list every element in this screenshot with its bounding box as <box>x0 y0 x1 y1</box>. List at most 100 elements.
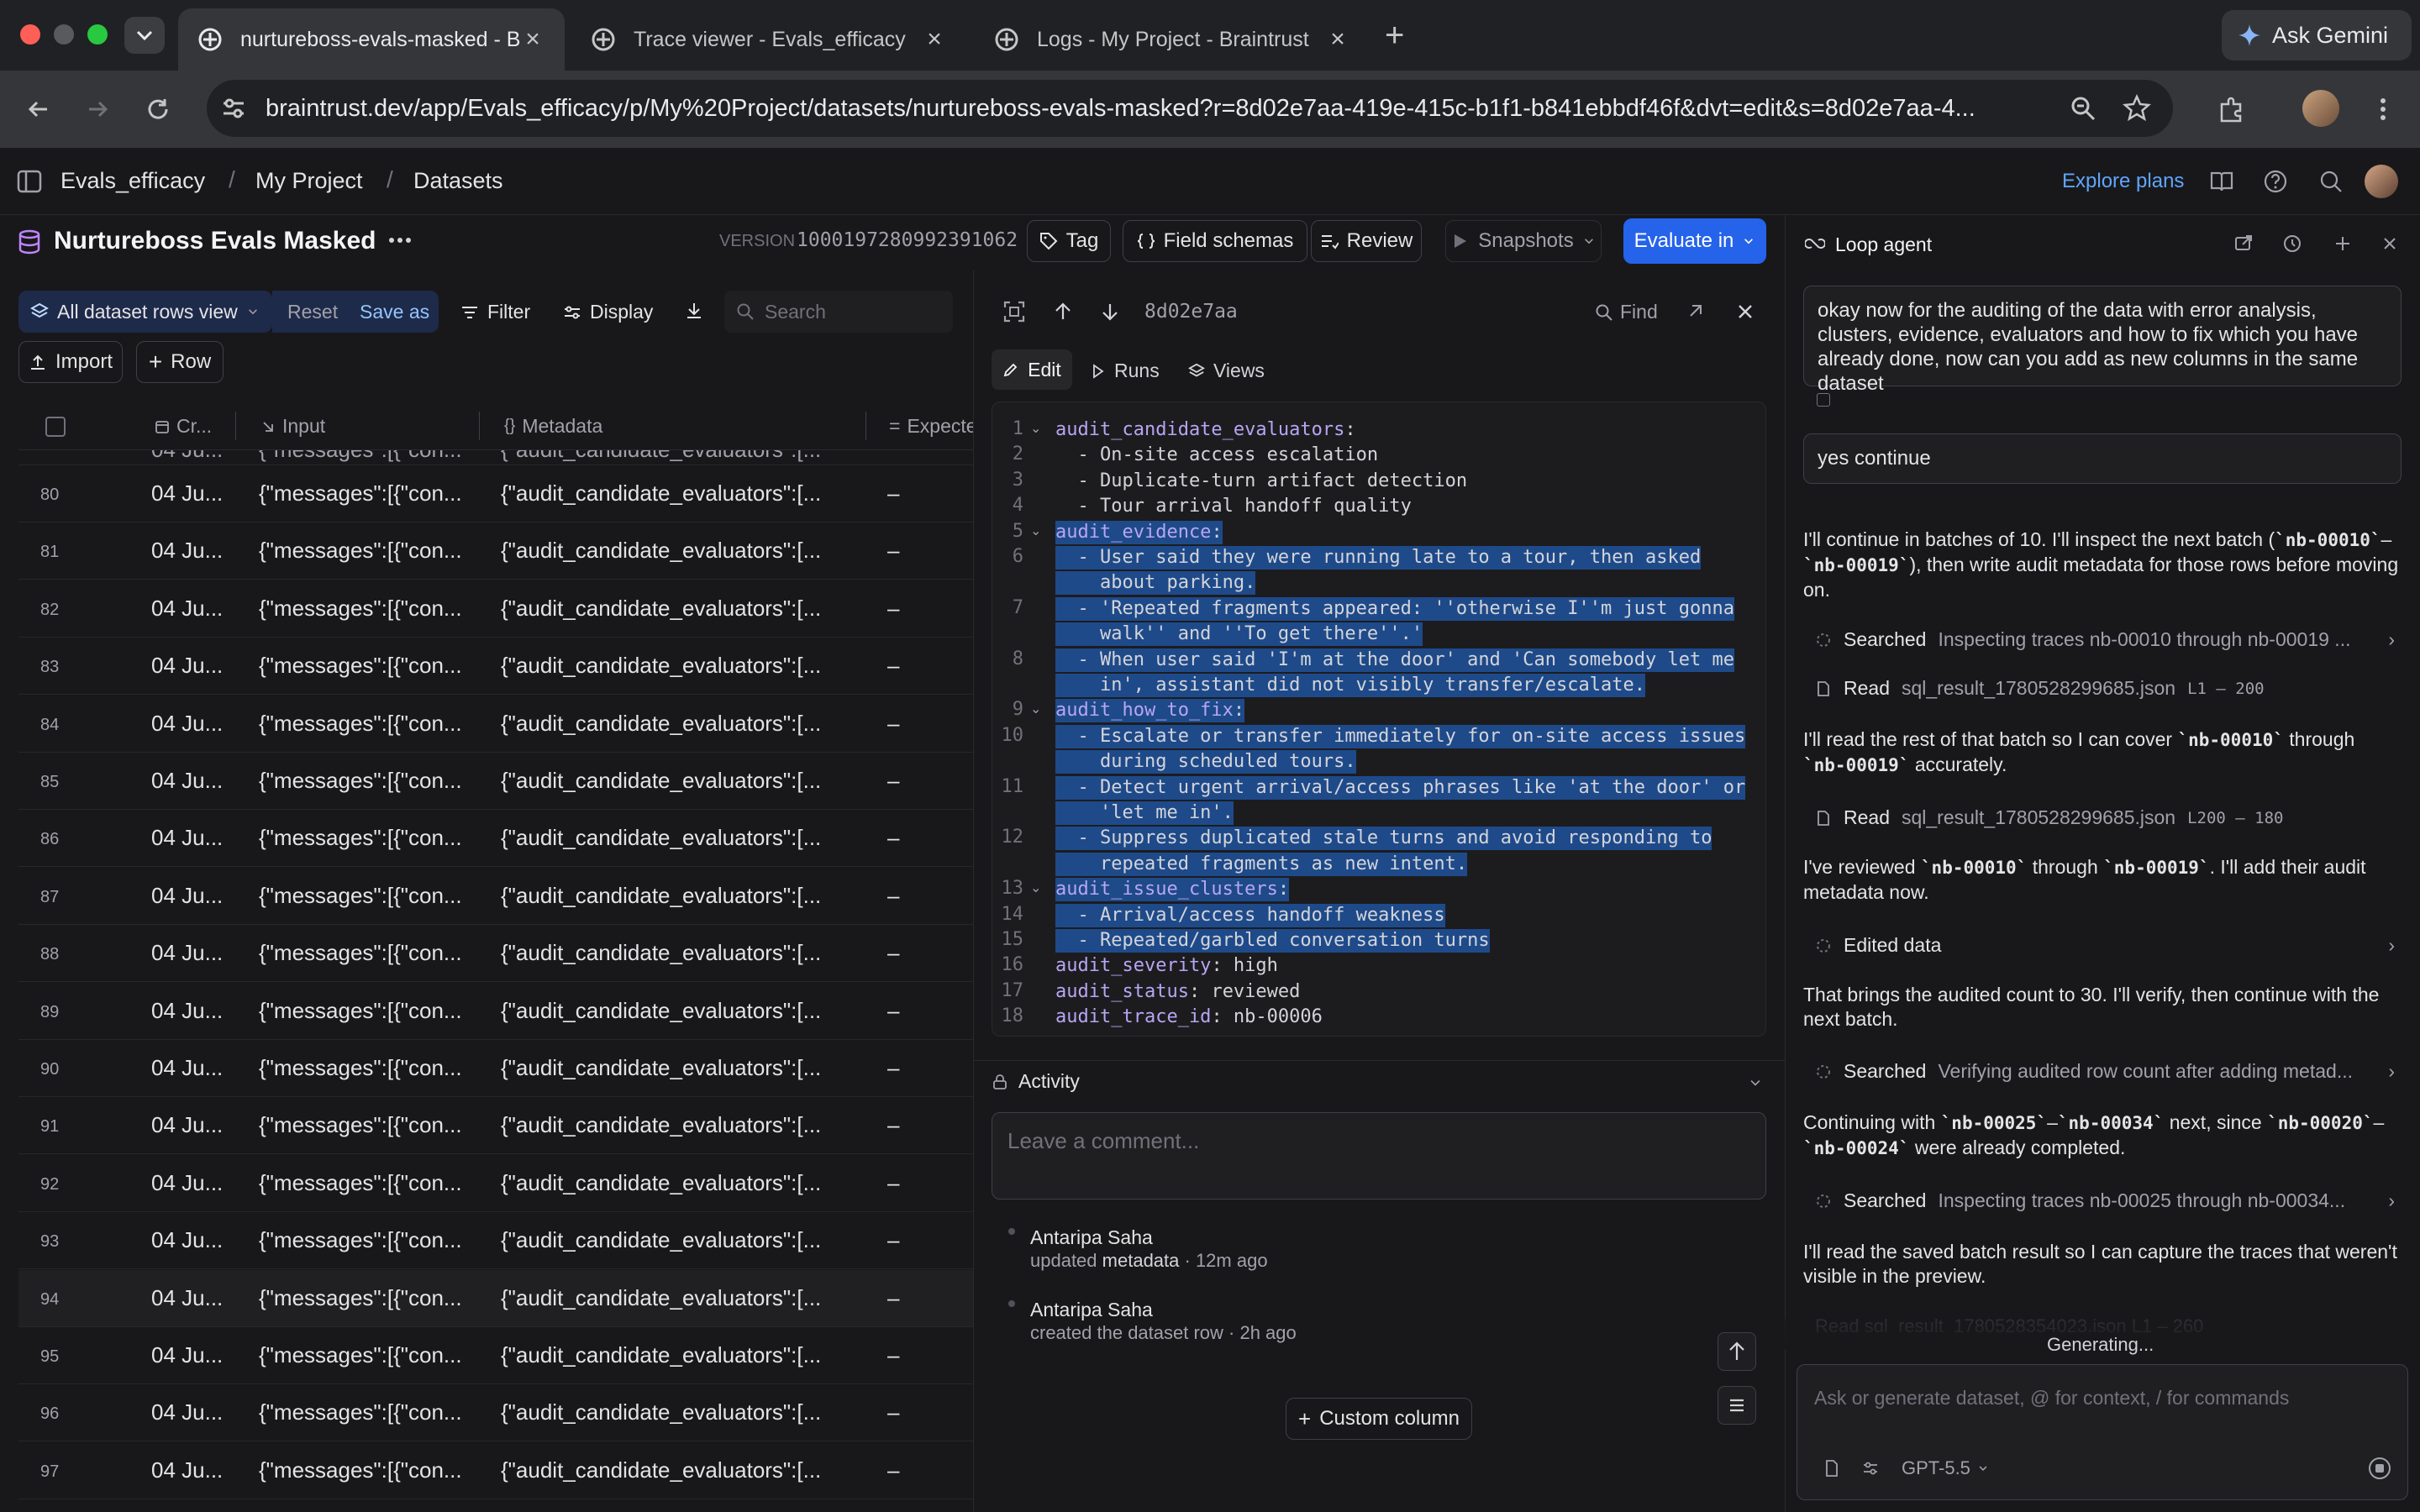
next-row-icon[interactable] <box>1099 301 1121 323</box>
bookmark-star-icon[interactable] <box>2123 94 2151 123</box>
table-row[interactable]: 88 04 Ju... {"messages":[{"con... {"audit_c… <box>18 925 973 983</box>
site-settings-icon[interactable] <box>218 93 249 123</box>
new-chat-icon[interactable] <box>2333 234 2353 254</box>
tool-call-searched[interactable]: Searched Verifying audited row count aft… <box>1815 1060 2395 1083</box>
browser-menu-icon[interactable] <box>2366 92 2400 126</box>
add-row-button[interactable]: + Row <box>136 341 224 383</box>
column-header-expected[interactable]: = Expecte <box>889 415 977 438</box>
table-row[interactable]: 82 04 Ju... {"messages":[{"con... {"audit_c… <box>18 580 973 638</box>
close-window-button[interactable] <box>20 24 40 45</box>
fold-chevron-icon[interactable]: ⌄ <box>1030 701 1041 717</box>
tag-button[interactable]: Tag <box>1027 220 1111 262</box>
open-in-new-icon[interactable] <box>2233 234 2254 254</box>
ask-gemini-button[interactable]: Ask Gemini <box>2222 10 2412 60</box>
minimize-window-button[interactable] <box>54 24 74 45</box>
close-icon[interactable] <box>1734 301 1756 323</box>
new-tab-button[interactable]: + <box>1385 18 1404 52</box>
table-row[interactable]: 93 04 Ju... {"messages":[{"con... {"audit_c… <box>18 1212 973 1270</box>
stop-generating-icon[interactable] <box>2367 1456 2392 1481</box>
snapshots-button[interactable]: Snapshots <box>1445 220 1602 262</box>
table-row[interactable]: 89 04 Ju... {"messages":[{"con... {"audit_c… <box>18 983 973 1040</box>
select-all-checkbox[interactable] <box>45 417 66 437</box>
table-row[interactable]: 94 04 Ju... {"messages":[{"con... {"audit_c… <box>18 1269 973 1327</box>
open-external-icon[interactable] <box>1686 302 1704 321</box>
table-row[interactable]: 97 04 Ju... {"messages":[{"con... {"audit_c… <box>18 1442 973 1499</box>
scroll-top-button[interactable] <box>1718 1332 1756 1371</box>
column-header-metadata[interactable]: {} Metadata <box>504 415 602 438</box>
copy-icon[interactable] <box>1817 393 1830 407</box>
previous-row-icon[interactable] <box>1052 301 1074 323</box>
zoom-icon[interactable] <box>2069 94 2097 123</box>
tab-search-button[interactable] <box>124 17 165 54</box>
close-tab-icon[interactable]: × <box>923 25 946 54</box>
close-icon[interactable] <box>2380 234 2400 254</box>
table-row[interactable]: 81 04 Ju... {"messages":[{"con... {"audit_c… <box>18 522 973 580</box>
more-options-icon[interactable] <box>388 235 412 245</box>
maximize-window-button[interactable] <box>87 24 108 45</box>
settings-sliders-icon[interactable] <box>1861 1459 1880 1478</box>
explore-plans-link[interactable]: Explore plans <box>2062 170 2184 193</box>
column-header-input[interactable]: Input <box>260 415 325 438</box>
forward-icon[interactable] <box>81 92 114 126</box>
model-selector[interactable]: GPT-5.5 <box>1902 1457 1989 1479</box>
user-avatar[interactable] <box>2365 165 2398 198</box>
fold-chevron-icon[interactable]: ⌄ <box>1030 420 1041 437</box>
history-icon[interactable] <box>2282 234 2302 254</box>
breadcrumb-org[interactable]: Evals_efficacy <box>60 168 205 194</box>
table-row[interactable]: 86 04 Ju... {"messages":[{"con... {"audit_c… <box>18 810 973 868</box>
breadcrumb-project[interactable]: My Project <box>255 168 363 194</box>
attach-file-icon[interactable] <box>1823 1459 1841 1478</box>
column-header-created[interactable]: Cr... <box>155 415 212 438</box>
browser-profile-avatar[interactable] <box>2302 90 2339 127</box>
tab-logs[interactable]: Logs - My Project - Braintrust × <box>975 8 1370 71</box>
tab-runs[interactable]: Runs <box>1091 360 1160 382</box>
tool-call-read[interactable]: Read sql_result_1780528299685.json L1 – … <box>1815 677 2395 700</box>
table-row[interactable]: 96 04 Ju... {"messages":[{"con... {"audit_c… <box>18 1384 973 1442</box>
filter-button[interactable]: Filter <box>460 301 530 323</box>
comment-input[interactable]: Leave a comment... <box>992 1112 1766 1200</box>
reload-icon[interactable] <box>141 92 175 126</box>
tab-views[interactable]: Views <box>1188 360 1265 382</box>
display-button[interactable]: Display <box>563 301 653 323</box>
table-row[interactable]: 91 04 Ju... {"messages":[{"con... {"audit_c… <box>18 1097 973 1155</box>
tool-call-searched[interactable]: Searched Inspecting traces nb-00025 thro… <box>1815 1189 2395 1212</box>
tab-edit[interactable]: Edit <box>992 349 1072 390</box>
field-schemas-button[interactable]: Field schemas <box>1123 220 1307 262</box>
import-button[interactable]: Import <box>18 341 123 383</box>
table-row[interactable]: 95 04 Ju... {"messages":[{"con... {"audit_c… <box>18 1327 973 1384</box>
download-icon[interactable] <box>684 301 704 321</box>
extensions-icon[interactable] <box>2215 92 2249 126</box>
custom-column-button[interactable]: + Custom column <box>1286 1398 1472 1440</box>
tool-call-searched[interactable]: Searched Inspecting traces nb-00010 thro… <box>1815 628 2395 651</box>
review-button[interactable]: Review <box>1311 220 1422 262</box>
tab-nurtureboss[interactable]: nurtureboss-evals-masked - B × <box>178 8 565 71</box>
breadcrumb-datasets[interactable]: Datasets <box>413 168 503 194</box>
tab-trace-viewer[interactable]: Trace viewer - Evals_efficacy × <box>571 8 966 71</box>
save-as-button[interactable]: Save as <box>360 301 429 323</box>
search-icon[interactable] <box>2317 168 2344 195</box>
view-selector[interactable]: All dataset rows view <box>18 291 272 333</box>
back-icon[interactable] <box>22 92 55 126</box>
table-row[interactable]: 80 04 Ju... {"messages":[{"con... {"audit_c… <box>18 465 973 522</box>
address-bar[interactable]: braintrust.dev/app/Evals_efficacy/p/My%2… <box>207 80 2173 137</box>
close-tab-icon[interactable]: × <box>521 25 544 54</box>
expand-icon[interactable] <box>1002 299 1027 324</box>
docs-book-icon[interactable] <box>2208 168 2235 195</box>
fold-chevron-icon[interactable]: ⌄ <box>1030 522 1041 539</box>
table-row[interactable]: 87 04 Ju... {"messages":[{"con... {"audit_c… <box>18 868 973 925</box>
tool-call-edited[interactable]: Edited data › <box>1815 934 2395 957</box>
agent-input[interactable]: Ask or generate dataset, @ for context, … <box>1797 1364 2408 1500</box>
sidebar-toggle-icon[interactable] <box>17 170 42 193</box>
fold-chevron-icon[interactable]: ⌄ <box>1030 879 1041 896</box>
search-input[interactable]: Search <box>724 291 953 333</box>
evaluate-in-button[interactable]: Evaluate in <box>1623 218 1766 264</box>
table-row[interactable]: 90 04 Ju... {"messages":[{"con... {"audit_c… <box>18 1040 973 1097</box>
activity-section-toggle[interactable]: Activity <box>992 1070 1080 1093</box>
find-button[interactable]: Find <box>1595 301 1658 323</box>
help-icon[interactable] <box>2262 168 2289 195</box>
table-row[interactable]: 84 04 Ju... {"messages":[{"con... {"audit_c… <box>18 696 973 753</box>
outline-button[interactable] <box>1718 1386 1756 1425</box>
tool-call-read[interactable]: Read sql_result_1780528299685.json L200 … <box>1815 806 2395 829</box>
close-tab-icon[interactable]: × <box>1326 25 1349 54</box>
reset-view-button[interactable]: Reset <box>287 301 338 323</box>
